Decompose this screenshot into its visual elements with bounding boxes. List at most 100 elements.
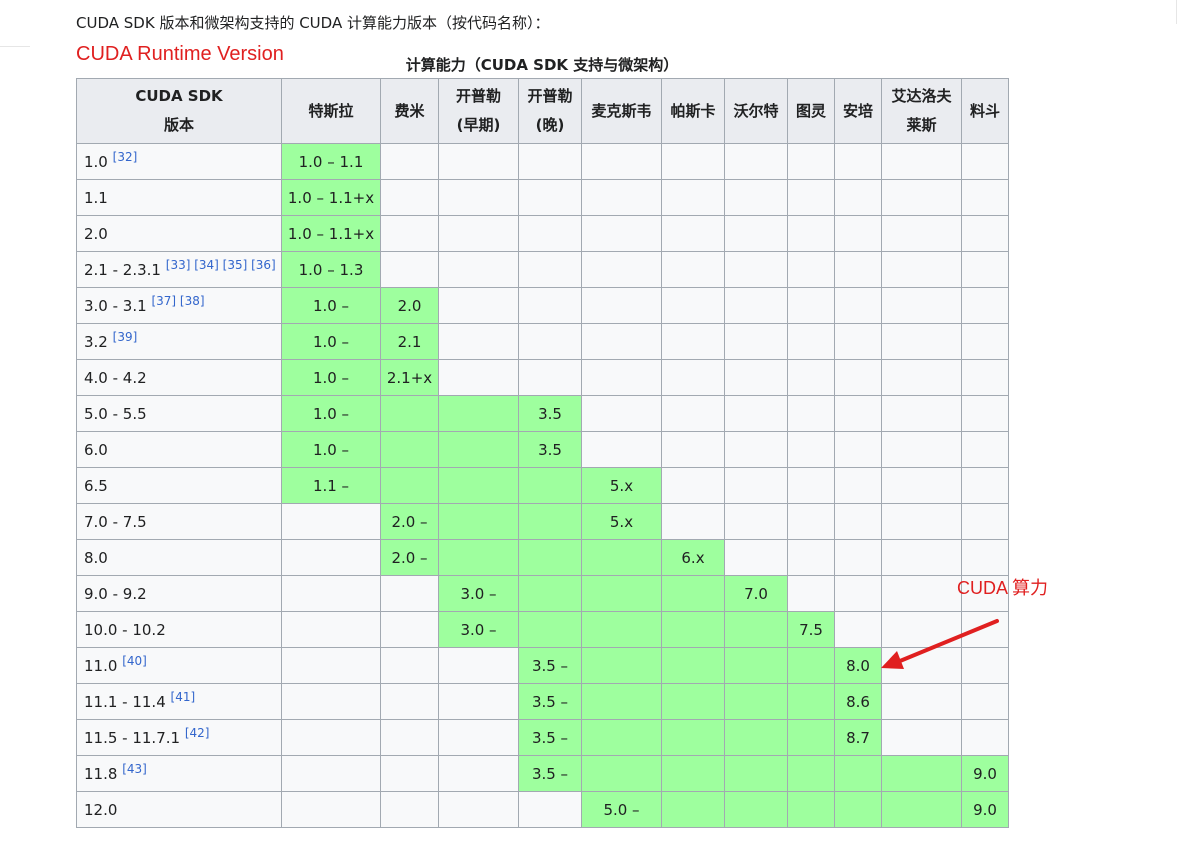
column-header-sublabel: 莱斯: [906, 116, 937, 134]
capability-cell: 9.0: [961, 791, 1009, 828]
capability-cell: [661, 755, 725, 792]
capability-cell: [881, 791, 962, 828]
capability-cell: 2.0 –: [380, 503, 439, 540]
empty-cell: [961, 287, 1009, 324]
empty-cell: [581, 431, 662, 468]
capability-cell: [581, 575, 662, 612]
capability-cell: [661, 647, 725, 684]
capability-cell: [581, 611, 662, 648]
empty-cell: [787, 431, 835, 468]
empty-cell: [661, 503, 725, 540]
empty-cell: [438, 179, 519, 216]
table-row: 12.0 5.0 – 9.0: [76, 791, 1009, 828]
empty-cell: [881, 431, 962, 468]
capability-cell: [380, 467, 439, 504]
empty-cell: [881, 719, 962, 756]
empty-cell: [881, 323, 962, 360]
empty-cell: [787, 467, 835, 504]
empty-cell: [724, 539, 788, 576]
empty-cell: [961, 539, 1009, 576]
empty-cell: [438, 287, 519, 324]
sdk-version-cell: 4.0 - 4.2: [76, 359, 282, 396]
empty-cell: [961, 323, 1009, 360]
capability-cell: 3.0 –: [438, 611, 519, 648]
capability-cell: 9.0: [961, 755, 1009, 792]
reference-link[interactable]: [42]: [185, 726, 210, 740]
table-row: 1.1 1.0 – 1.1+x: [76, 179, 1009, 216]
empty-cell: [661, 323, 725, 360]
column-header: 料斗: [961, 78, 1009, 144]
table-row: 3.2 [39] 1.0 –2.1: [76, 323, 1009, 360]
empty-cell: [438, 719, 519, 756]
reference-link[interactable]: [43]: [122, 762, 147, 776]
reference-link[interactable]: [32]: [113, 150, 138, 164]
sdk-version-cell: 11.5 - 11.7.1 [42]: [76, 719, 282, 756]
capability-cell: 1.0 – 1.1+x: [281, 179, 381, 216]
empty-cell: [724, 215, 788, 252]
empty-cell: [581, 359, 662, 396]
empty-cell: [787, 323, 835, 360]
capability-cell: 2.1+x: [380, 359, 439, 396]
empty-cell: [834, 251, 882, 288]
capability-cell: [581, 647, 662, 684]
empty-cell: [787, 539, 835, 576]
empty-cell: [787, 179, 835, 216]
empty-cell: [380, 611, 439, 648]
empty-cell: [961, 215, 1009, 252]
sdk-version-cell: 10.0 - 10.2: [76, 611, 282, 648]
sdk-version-label: 5.0 - 5.5: [84, 404, 147, 423]
capability-cell: 7.0: [724, 575, 788, 612]
column-header: 图灵: [787, 78, 835, 144]
empty-cell: [661, 215, 725, 252]
empty-cell: [661, 179, 725, 216]
capability-cell: 1.0 –: [281, 287, 381, 324]
empty-cell: [518, 143, 582, 180]
empty-cell: [787, 503, 835, 540]
empty-cell: [724, 359, 788, 396]
empty-cell: [881, 215, 962, 252]
capability-cell: [787, 683, 835, 720]
capability-cell: 6.x: [661, 539, 725, 576]
empty-cell: [881, 395, 962, 432]
empty-cell: [834, 323, 882, 360]
empty-cell: [518, 791, 582, 828]
reference-link[interactable]: [39]: [113, 330, 138, 344]
reference-link[interactable]: [41]: [171, 690, 196, 704]
reference-link[interactable]: [33] [34] [35] [36]: [166, 258, 276, 272]
capability-cell: [380, 431, 439, 468]
empty-cell: [961, 683, 1009, 720]
empty-cell: [881, 611, 962, 648]
intro-text: CUDA SDK 版本和微架构支持的 CUDA 计算能力版本（按代码名称）：: [76, 14, 550, 32]
capability-cell: [518, 539, 582, 576]
sdk-version-label: 1.0: [84, 152, 108, 171]
capability-cell: [518, 467, 582, 504]
reference-link[interactable]: [40]: [122, 654, 147, 668]
sdk-version-label: 6.0: [84, 440, 108, 459]
table-row: 1.0 [32] 1.0 – 1.1: [76, 143, 1009, 180]
empty-cell: [724, 287, 788, 324]
capability-cell: 1.0 –: [281, 359, 381, 396]
capability-cell: 5.x: [581, 503, 662, 540]
column-header-label: 开普勒: [455, 87, 501, 105]
capability-cell: [724, 719, 788, 756]
empty-cell: [661, 251, 725, 288]
capability-cell: [724, 755, 788, 792]
sdk-version-label: 11.1 - 11.4: [84, 692, 166, 711]
empty-cell: [881, 143, 962, 180]
sdk-version-label: 11.8: [84, 764, 118, 783]
empty-cell: [834, 143, 882, 180]
capability-cell: 7.5: [787, 611, 835, 648]
capability-cell: 2.0: [380, 287, 439, 324]
capability-cell: [724, 611, 788, 648]
capability-cell: [518, 575, 582, 612]
empty-cell: [881, 683, 962, 720]
empty-cell: [281, 575, 381, 612]
table-row: 6.5 1.1 – 5.x: [76, 467, 1009, 504]
sdk-version-label: 3.2: [84, 332, 108, 351]
empty-cell: [961, 719, 1009, 756]
empty-cell: [881, 467, 962, 504]
empty-cell: [581, 395, 662, 432]
capability-cell: [438, 503, 519, 540]
capability-cell: 3.5: [518, 395, 582, 432]
reference-link[interactable]: [37] [38]: [151, 294, 204, 308]
